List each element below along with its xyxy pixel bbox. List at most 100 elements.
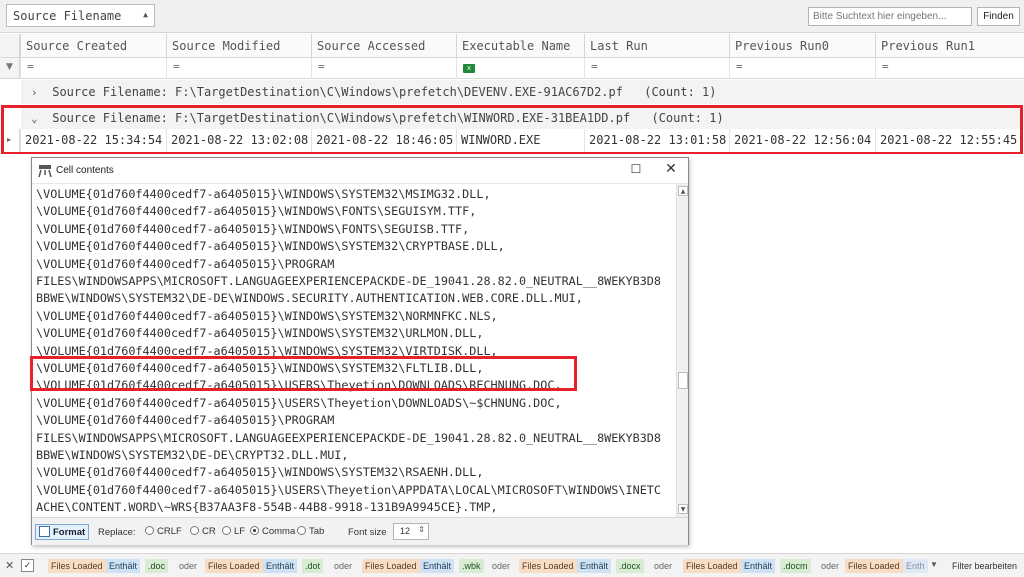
cell-content-line: FILES\WINDOWSAPPS\MICROSOFT.LANGUAGEEXPE… — [36, 274, 662, 288]
cell-content-line: ACHE\CONTENT.WORD\~WRS{B37AA3F8-554B-44B… — [36, 500, 498, 515]
chevron-down-icon[interactable]: ⌄ — [31, 112, 45, 125]
filter-bar: ✕ ✓ Files Loaded Enthält .doc oder Files Loa… — [0, 553, 1024, 577]
sort-ascending-icon[interactable]: ▲ — [143, 10, 148, 19]
group-chip-label: Source Filename — [13, 9, 122, 23]
radio-cr[interactable]: CR — [190, 526, 216, 537]
radio-dot — [190, 526, 199, 535]
column-header-executable-name[interactable]: Executable Name — [456, 34, 584, 58]
cell-source-modified[interactable]: 2021-08-22 13:02:08 — [166, 129, 311, 153]
cell-contents-text[interactable]: \VOLUME{01d760f4400cedf7-a6405015}\WINDO… — [32, 184, 675, 517]
font-size-input[interactable]: 12 ⇕ — [393, 523, 429, 540]
cell-content-line: \VOLUME{01d760f4400cedf7-a6405015}\WINDO… — [36, 308, 498, 323]
cell-source-accessed[interactable]: 2021-08-22 18:46:05 — [311, 129, 456, 153]
radio-dot — [222, 526, 231, 535]
column-header-source-modified[interactable]: Source Modified — [166, 34, 311, 58]
group-by-chip-source-filename[interactable]: Source Filename ▲ — [6, 4, 155, 27]
find-button[interactable]: Finden — [977, 7, 1020, 26]
filter-cell-source-created[interactable]: = — [20, 58, 166, 79]
scroll-down-icon[interactable]: ▼ — [678, 504, 688, 514]
cell-content-line: \VOLUME{01d760f4400cedf7-a6405015}\WINDO… — [36, 187, 491, 201]
group-row-label: Source Filename: F:\TargetDestination\C\… — [52, 85, 623, 99]
scroll-thumb[interactable] — [678, 372, 688, 389]
filter-cell-previous-run0[interactable]: = — [729, 58, 875, 79]
cell-previous-run0[interactable]: 2021-08-22 12:56:04 — [729, 129, 875, 153]
window-titlebar[interactable]: Cell contents ☐ ✕ — [32, 158, 688, 184]
filter-token-field[interactable]: Files Loaded — [205, 559, 263, 573]
table-row[interactable]: ▸ 2021-08-22 15:34:54 2021-08-22 13:02:0… — [0, 129, 1024, 153]
filter-row: ▼ = = = x = = = — [0, 58, 1024, 79]
vertical-scrollbar[interactable]: ▲ ▼ — [676, 184, 688, 517]
replace-label: Replace: — [98, 527, 136, 538]
scroll-up-icon[interactable]: ▲ — [678, 186, 688, 196]
filter-token-or[interactable]: oder — [176, 559, 200, 573]
column-header-source-created[interactable]: Source Created — [20, 34, 166, 58]
radio-crlf[interactable]: CRLF — [145, 526, 182, 537]
group-by-panel: Source Filename ▲ Finden — [0, 0, 1024, 33]
filter-token-or[interactable]: oder — [651, 559, 675, 573]
filter-token-or[interactable]: oder — [818, 559, 842, 573]
document-icon — [39, 526, 50, 537]
column-header-source-accessed[interactable]: Source Accessed — [311, 34, 456, 58]
filter-token-operator[interactable]: Enth — [903, 559, 928, 573]
group-row-label: Source Filename: F:\TargetDestination\C\… — [52, 111, 631, 125]
filter-token-field[interactable]: Files Loaded — [683, 559, 741, 573]
chevron-down-icon[interactable]: ▼ — [930, 560, 938, 569]
cell-content-line: \VOLUME{01d760f4400cedf7-a6405015}\USERS… — [36, 378, 562, 393]
close-icon[interactable]: ✕ — [5, 559, 14, 572]
filter-token-value[interactable]: .doc — [145, 559, 169, 573]
filter-cell-last-run[interactable]: = — [584, 58, 729, 79]
window-title: Cell contents — [56, 165, 114, 176]
group-row-devenv[interactable]: › Source Filename: F:\TargetDestination\… — [21, 80, 1024, 104]
column-header-previous-run1[interactable]: Previous Run1 — [875, 34, 1024, 58]
cell-source-created[interactable]: 2021-08-22 15:34:54 — [20, 129, 166, 153]
filter-token-operator[interactable]: Enthält — [420, 559, 455, 573]
row-indicator: ▸ — [0, 129, 20, 153]
radio-tab[interactable]: Tab — [297, 526, 324, 537]
filter-cell-source-modified[interactable]: = — [166, 58, 311, 79]
row-pointer-icon: ▸ — [7, 135, 12, 144]
filter-token-value[interactable]: .docm — [780, 559, 811, 573]
filter-token-field[interactable]: Files Loaded — [362, 559, 420, 573]
filter-token-operator[interactable]: Enthält — [263, 559, 298, 573]
column-header-last-run[interactable]: Last Run — [584, 34, 729, 58]
filter-token-or[interactable]: oder — [489, 559, 513, 573]
filter-token-field[interactable]: Files Loaded — [519, 559, 577, 573]
cell-content-line: FILES\WINDOWSAPPS\MICROSOFT.LANGUAGEEXPE… — [36, 430, 662, 445]
format-button[interactable]: Format — [35, 524, 90, 540]
cell-previous-run1[interactable]: 2021-08-22 12:55:45 — [875, 129, 1024, 153]
filter-token-operator[interactable]: Enthält — [106, 559, 141, 573]
search-input[interactable] — [808, 7, 972, 26]
column-header-previous-run0[interactable]: Previous Run0 — [729, 34, 875, 58]
cell-content-line: \VOLUME{01d760f4400cedf7-a6405015}\PROGR… — [36, 256, 335, 271]
cell-content-line: \VOLUME{01d760f4400cedf7-a6405015}\WINDO… — [36, 361, 484, 375]
radio-lf[interactable]: LF — [222, 526, 245, 537]
filter-cell-executable-name[interactable]: x — [456, 58, 584, 79]
cell-content-line: \VOLUME{01d760f4400cedf7-a6405015}\USERS… — [36, 482, 662, 497]
filter-token-operator[interactable]: Enthält — [741, 559, 776, 573]
filter-enabled-checkbox[interactable]: ✓ — [21, 559, 34, 572]
maximize-button[interactable]: ☐ — [621, 161, 651, 181]
cell-executable-name[interactable]: WINWORD.EXE — [456, 129, 584, 153]
filter-cell-previous-run1[interactable]: = — [875, 58, 1024, 79]
filter-token-value[interactable]: .docx — [616, 559, 644, 573]
filter-token-field[interactable]: Files Loaded — [845, 559, 903, 573]
close-button[interactable]: ✕ — [656, 161, 686, 181]
spinner-icon[interactable]: ⇕ — [418, 525, 425, 534]
filter-token-operator[interactable]: Enthält — [577, 559, 612, 573]
cell-content-line: \VOLUME{01d760f4400cedf7-a6405015}\WINDO… — [36, 343, 498, 358]
filter-token-or[interactable]: oder — [331, 559, 355, 573]
filter-token-value[interactable]: .dot — [302, 559, 324, 573]
filter-token-field[interactable]: Files Loaded — [48, 559, 106, 573]
chevron-right-icon[interactable]: › — [31, 86, 45, 99]
group-row-winword[interactable]: ⌄ Source Filename: F:\TargetDestination\… — [21, 106, 1024, 130]
cell-contents-window: Cell contents ☐ ✕ \VOLUME{01d760f4400ced… — [31, 157, 689, 545]
cell-last-run[interactable]: 2021-08-22 13:01:58 — [584, 129, 729, 153]
excel-icon: x — [463, 64, 475, 73]
filter-token-value[interactable]: .wbk — [459, 559, 484, 573]
filter-cell-source-accessed[interactable]: = — [311, 58, 456, 79]
edit-filter-link[interactable]: Filter bearbeiten — [952, 561, 1017, 571]
column-header-row: Source Created Source Modified Source Ac… — [0, 34, 1024, 58]
cell-contents-icon — [38, 165, 52, 178]
radio-comma[interactable]: Comma — [250, 526, 295, 537]
radio-dot — [297, 526, 306, 535]
